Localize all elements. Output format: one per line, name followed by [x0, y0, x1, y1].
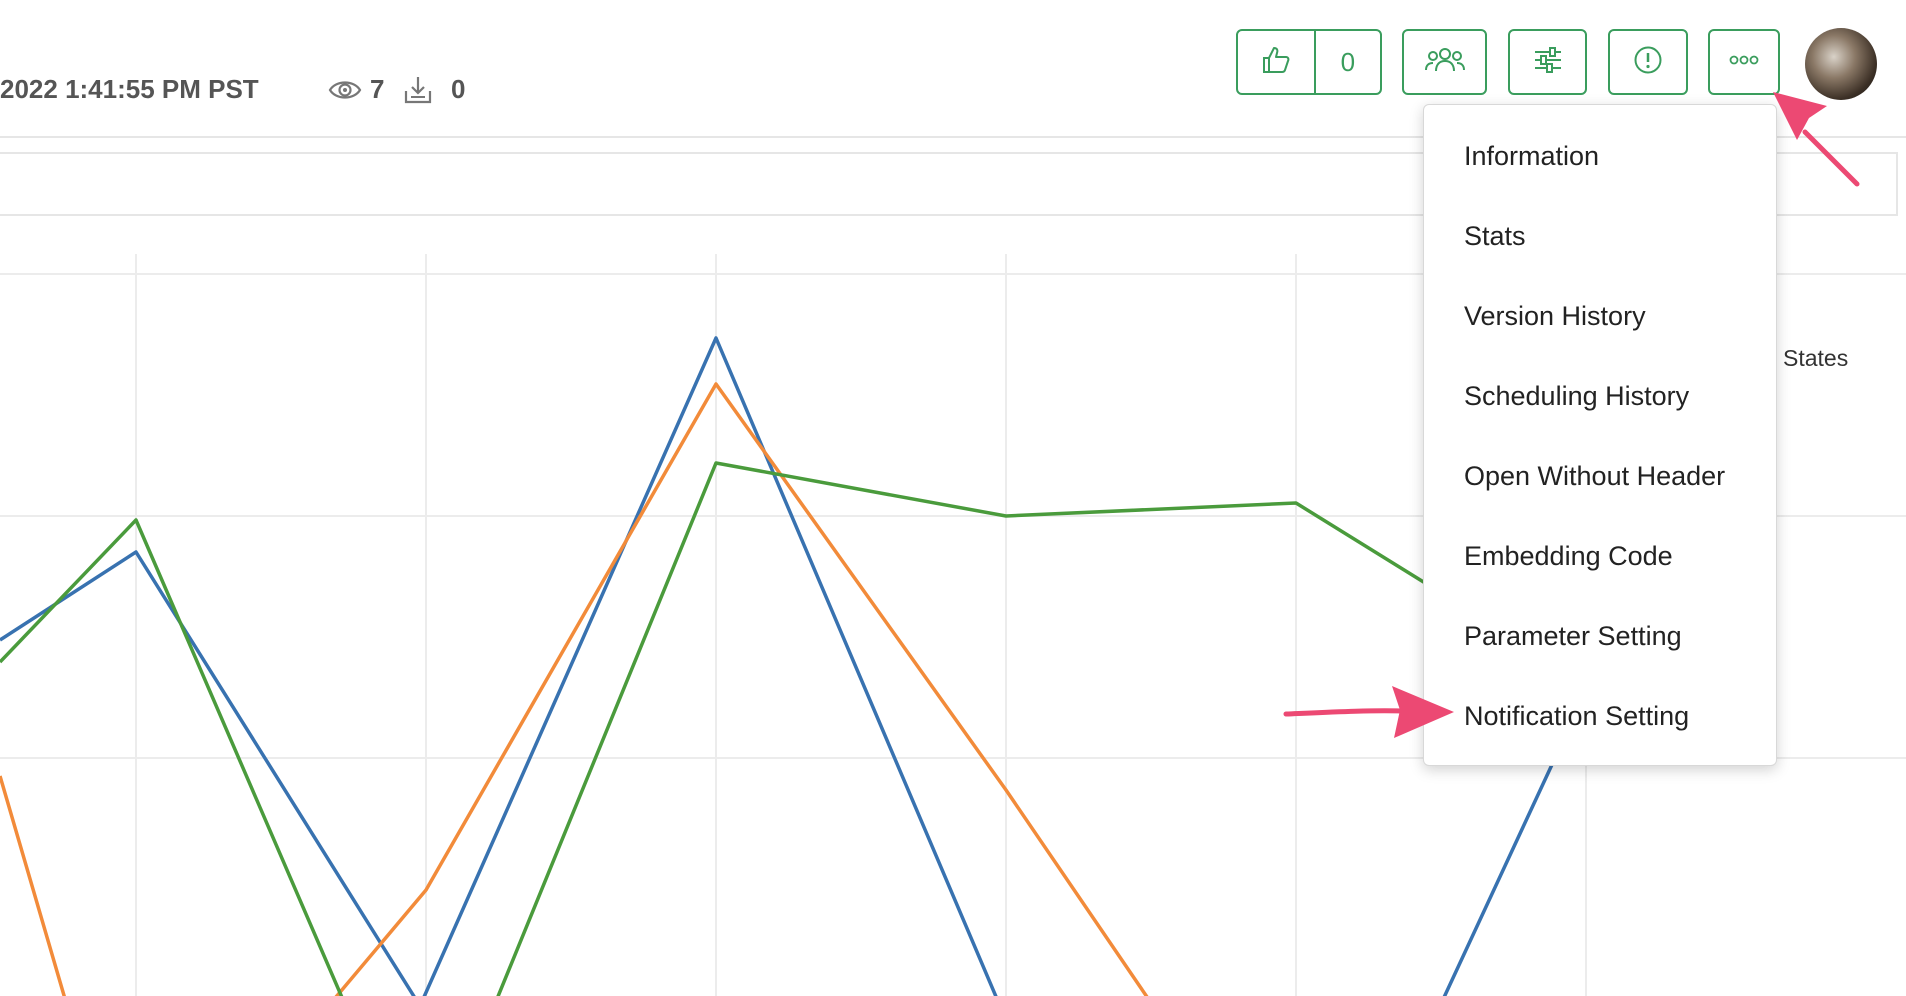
- sliders-icon: [1533, 45, 1563, 80]
- menu-item-information[interactable]: Information: [1464, 140, 1599, 172]
- more-dropdown-menu: Information Stats Version History Schedu…: [1423, 104, 1777, 766]
- series-line-blue: [0, 336, 1558, 996]
- info-icon: [1633, 45, 1663, 80]
- thumbs-up-icon: [1260, 44, 1292, 81]
- downloads-counter: 0: [403, 74, 465, 105]
- collaborators-button[interactable]: [1402, 29, 1487, 95]
- annotation-arrow-icon: [1283, 686, 1454, 738]
- series-line-orange: [0, 382, 1149, 996]
- downloads-count: 0: [451, 74, 466, 104]
- like-count: 0: [1313, 31, 1380, 93]
- menu-item-open-without-header[interactable]: Open Without Header: [1464, 460, 1725, 492]
- download-icon: [403, 75, 433, 105]
- menu-item-parameter-setting[interactable]: Parameter Setting: [1464, 620, 1682, 652]
- views-count: 7: [370, 74, 385, 104]
- eye-icon: [328, 77, 362, 103]
- views-counter: 7: [328, 74, 384, 105]
- more-icon: [1729, 53, 1759, 71]
- menu-item-embedding-code[interactable]: Embedding Code: [1464, 540, 1673, 572]
- annotation-arrow-icon: [1773, 92, 1860, 187]
- menu-item-version-history[interactable]: Version History: [1464, 300, 1646, 332]
- like-button-group[interactable]: 0: [1236, 29, 1382, 95]
- alert-button[interactable]: [1608, 29, 1688, 95]
- menu-item-scheduling-history[interactable]: Scheduling History: [1464, 380, 1689, 412]
- like-button[interactable]: [1238, 31, 1314, 93]
- last-updated-timestamp: 2022 1:41:55 PM PST: [0, 74, 259, 104]
- parameters-button[interactable]: [1508, 29, 1587, 95]
- users-icon: [1424, 45, 1465, 80]
- legend-label: States: [1783, 345, 1849, 371]
- menu-item-stats[interactable]: Stats: [1464, 220, 1526, 252]
- menu-item-notification-setting[interactable]: Notification Setting: [1464, 700, 1689, 732]
